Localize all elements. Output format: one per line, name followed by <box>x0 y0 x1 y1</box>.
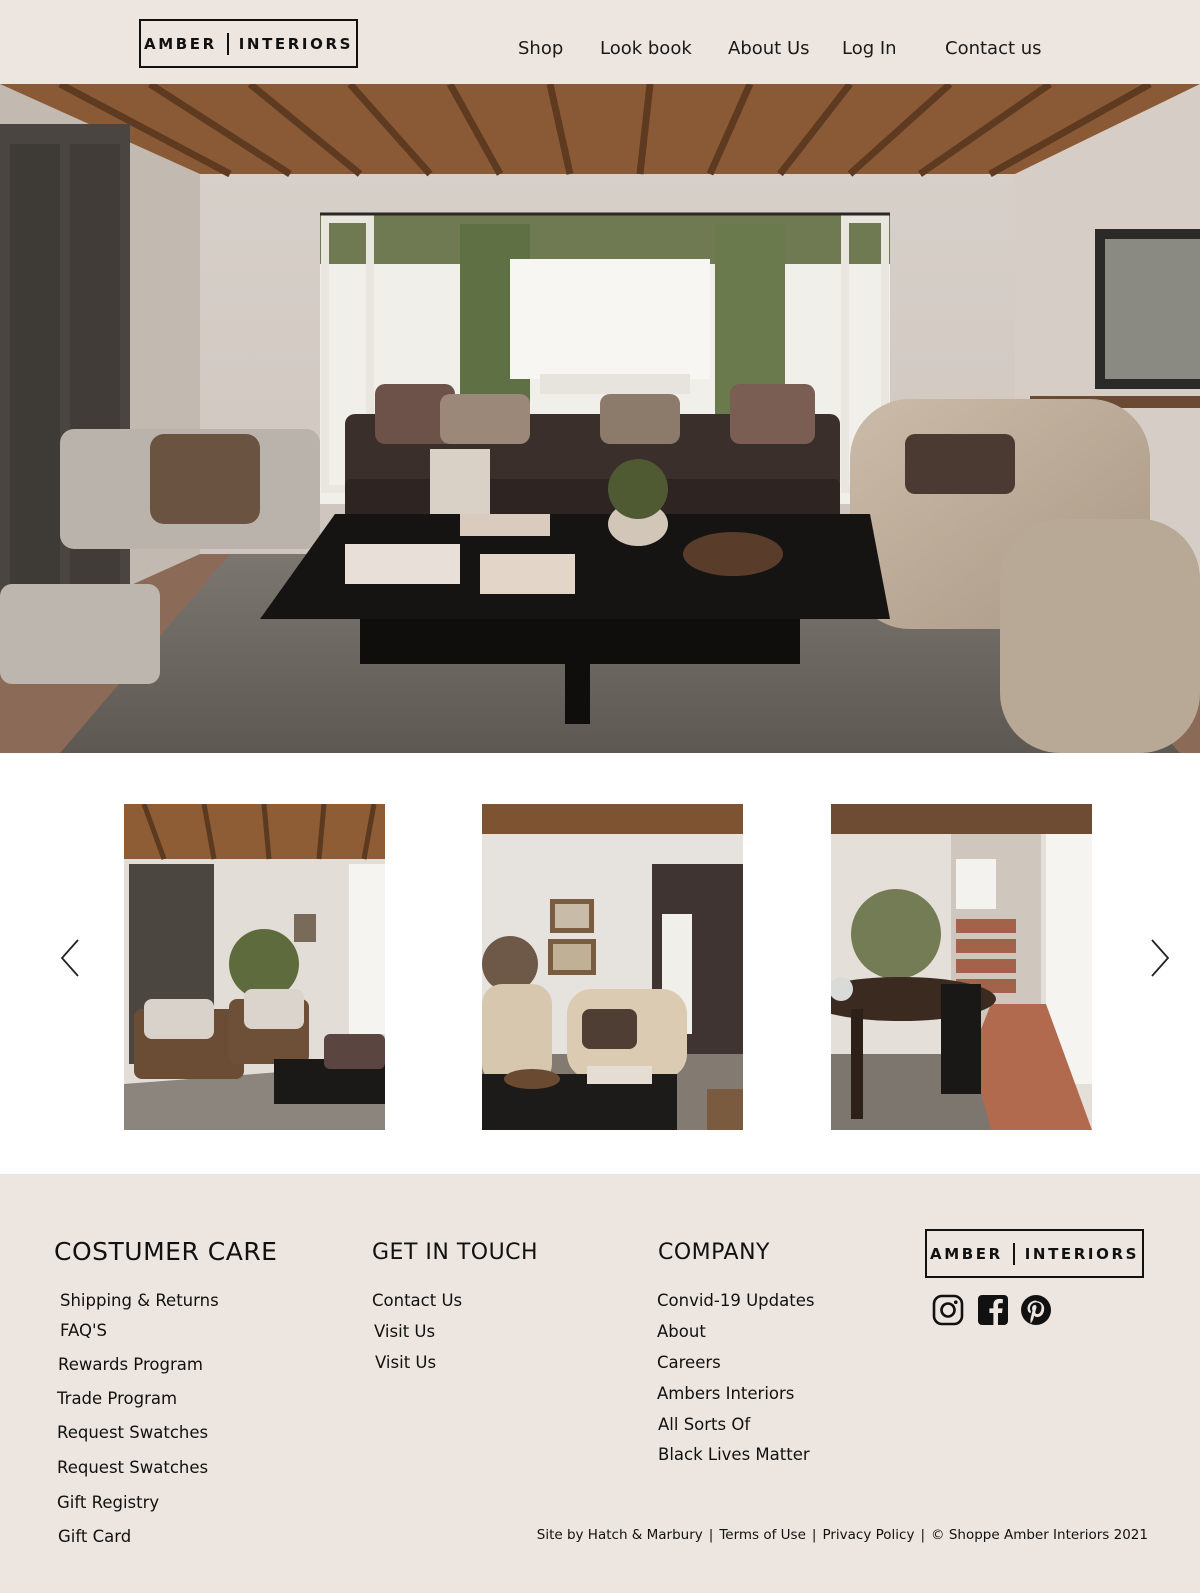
footer-link-gift-registry[interactable]: Gift Registry <box>57 1493 159 1512</box>
site-header: AMBER INTERIORS Shop Look book About Us … <box>0 0 1200 84</box>
facebook-icon[interactable] <box>977 1294 1009 1326</box>
footer-link-contact-us[interactable]: Contact Us <box>372 1291 462 1310</box>
hero-living-room-photo <box>0 84 1200 753</box>
get-in-touch-title: GET IN TOUCH <box>372 1240 539 1265</box>
footer-link-gift-card[interactable]: Gift Card <box>58 1527 131 1546</box>
customer-care-title: COSTUMER CARE <box>54 1237 278 1266</box>
instagram-icon[interactable] <box>932 1294 964 1326</box>
logo-divider <box>1012 1242 1015 1265</box>
header-logo[interactable]: AMBER INTERIORS <box>139 19 358 68</box>
footer-link-careers[interactable]: Careers <box>657 1353 721 1372</box>
footer-link-covid-updates[interactable]: Convid-19 Updates <box>657 1291 814 1310</box>
footer-link-visit-us-2[interactable]: Visit Us <box>375 1353 436 1372</box>
site-footer: COSTUMER CARE Shipping & Returns FAQ'S R… <box>0 1174 1200 1593</box>
carousel-image-2[interactable] <box>482 804 743 1130</box>
nav-about-us[interactable]: About Us <box>728 38 810 59</box>
logo-word-interiors: INTERIORS <box>1024 1244 1139 1263</box>
nav-shop[interactable]: Shop <box>518 38 563 59</box>
carousel-image-1[interactable] <box>124 804 385 1130</box>
footer-logo[interactable]: AMBER INTERIORS <box>925 1229 1144 1278</box>
carousel-image-3[interactable] <box>831 804 1092 1130</box>
nav-contact-us[interactable]: Contact us <box>945 38 1042 59</box>
lookbook-carousel <box>0 753 1200 1174</box>
privacy-policy-link[interactable]: Privacy Policy <box>822 1527 914 1543</box>
footer-link-ambers-interiors[interactable]: Ambers Interiors <box>657 1384 794 1403</box>
chevron-left-icon[interactable] <box>56 936 84 980</box>
copyright-text: © Shoppe Amber Interiors 2021 <box>931 1527 1148 1543</box>
nav-look-book[interactable]: Look book <box>600 38 692 59</box>
legal-separator: | <box>708 1527 714 1543</box>
footer-link-request-swatches-2[interactable]: Request Swatches <box>57 1458 208 1477</box>
footer-link-black-lives-matter[interactable]: Black Lives Matter <box>658 1445 810 1464</box>
pinterest-icon[interactable] <box>1020 1294 1052 1326</box>
footer-link-about[interactable]: About <box>657 1322 706 1341</box>
footer-link-all-sorts-of[interactable]: All Sorts Of <box>658 1415 750 1434</box>
footer-link-request-swatches[interactable]: Request Swatches <box>57 1423 208 1442</box>
footer-link-trade-program[interactable]: Trade Program <box>57 1389 177 1408</box>
footer-link-rewards-program[interactable]: Rewards Program <box>58 1355 203 1374</box>
nav-log-in[interactable]: Log In <box>842 38 897 59</box>
logo-word-amber: AMBER <box>929 1244 1003 1263</box>
logo-divider <box>226 32 229 55</box>
legal-separator: | <box>920 1527 926 1543</box>
chevron-right-icon[interactable] <box>1146 936 1174 980</box>
terms-of-use-link[interactable]: Terms of Use <box>719 1527 806 1543</box>
footer-link-shipping-returns[interactable]: Shipping & Returns <box>60 1291 219 1310</box>
footer-link-visit-us[interactable]: Visit Us <box>374 1322 435 1341</box>
site-by-link[interactable]: Site by Hatch & Marbury <box>537 1527 703 1543</box>
footer-link-faqs[interactable]: FAQ'S <box>60 1321 107 1340</box>
company-title: COMPANY <box>658 1240 770 1265</box>
logo-word-interiors: INTERIORS <box>238 34 353 53</box>
footer-legal-line: Site by Hatch & Marbury | Terms of Use | Pri… <box>537 1527 1148 1543</box>
logo-word-amber: AMBER <box>143 34 217 53</box>
legal-separator: | <box>811 1527 817 1543</box>
